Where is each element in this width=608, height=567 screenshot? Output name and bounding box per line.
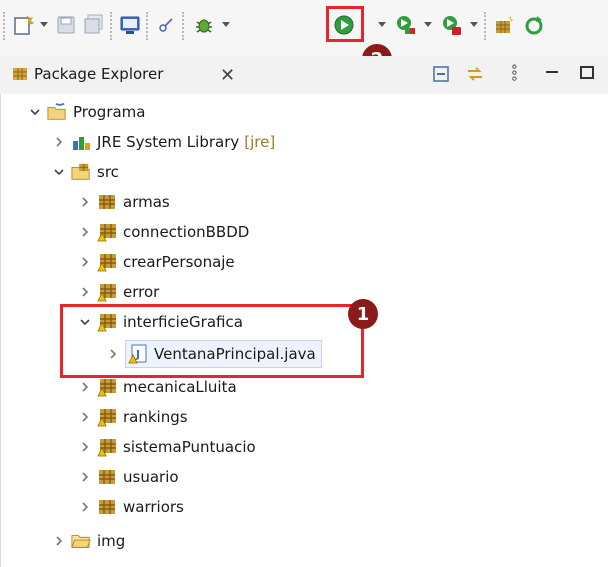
callout-badge-1: 1 [348, 299, 378, 329]
debug-dropdown-arrow[interactable] [222, 22, 230, 27]
save-icon[interactable] [54, 13, 78, 37]
tree-item-label: Programa [73, 103, 146, 121]
close-icon[interactable]: ✕ [220, 65, 235, 86]
source-folder-icon [71, 162, 91, 182]
chevron-right-icon[interactable] [51, 134, 67, 150]
toolbar-separator [182, 12, 186, 40]
new-package-icon[interactable] [492, 13, 516, 37]
tree-item-label: armas [123, 193, 170, 211]
package-explorer-icon [12, 66, 28, 86]
tree-item-package[interactable]: usuario [77, 462, 179, 492]
tree-item-label: sistemaPuntuacio [123, 438, 256, 456]
tree-item-label: rankings [123, 408, 188, 426]
save-all-icon[interactable] [82, 13, 106, 37]
toolbar-separator [3, 12, 7, 40]
tree-item-jre-library[interactable]: JRE System Library [jre] [51, 127, 275, 157]
tree-item-package[interactable]: armas [77, 187, 170, 217]
view-title[interactable]: Package Explorer [34, 65, 163, 83]
library-icon [71, 132, 91, 152]
folder-icon [71, 531, 91, 551]
debug-bug-icon[interactable] [192, 13, 216, 37]
tree-item-label: error [123, 283, 160, 301]
new-wizard-icon[interactable] [12, 13, 36, 37]
package-warning-icon [97, 282, 117, 302]
package-icon [97, 497, 117, 517]
tree-item-label: src [97, 163, 119, 181]
terminal-icon[interactable] [118, 13, 142, 37]
package-warning-icon [97, 377, 117, 397]
chevron-right-icon[interactable] [77, 409, 93, 425]
external-tools-icon[interactable] [440, 13, 464, 37]
tree-item-label: mecanicaLluita [123, 378, 237, 396]
coverage-icon[interactable] [394, 13, 418, 37]
external-tools-dropdown-arrow[interactable] [470, 22, 478, 27]
tree-item-folder[interactable]: img [51, 526, 125, 556]
chevron-down-icon[interactable] [27, 104, 43, 120]
package-explorer-tab-bar: Package Explorer ✕ ∘ ∘ ∘ [0, 56, 608, 95]
collapse-all-icon[interactable] [432, 65, 450, 87]
package-warning-icon [97, 252, 117, 272]
chevron-right-icon[interactable] [77, 379, 93, 395]
tree-item-package[interactable]: crearPersonaje [77, 247, 235, 277]
package-icon [97, 192, 117, 212]
package-highlight-box [60, 304, 364, 378]
tree-item-package[interactable]: warriors [77, 492, 184, 522]
chevron-right-icon[interactable] [77, 224, 93, 240]
tree-item-label: warriors [123, 498, 184, 516]
chevron-right-icon[interactable] [77, 284, 93, 300]
tree-item-src[interactable]: src [51, 157, 119, 187]
tree-item-package[interactable]: connectionBBDD [77, 217, 249, 247]
refresh-icon[interactable] [522, 13, 546, 37]
toolbar-separator [146, 12, 150, 40]
view-menu-icon[interactable]: ∘ ∘ ∘ [510, 60, 519, 86]
chevron-right-icon[interactable] [51, 533, 67, 549]
chevron-right-icon[interactable] [77, 194, 93, 210]
package-warning-icon [97, 222, 117, 242]
toolbar-separator [110, 12, 114, 40]
run-button-highlight [326, 6, 364, 42]
tree-item-label: crearPersonaje [123, 253, 235, 271]
tree-item-project[interactable]: Programa [27, 97, 145, 127]
package-warning-icon [97, 437, 117, 457]
run-dropdown-arrow[interactable] [378, 22, 386, 27]
java-project-icon [47, 102, 67, 122]
tree-item-package[interactable]: rankings [77, 402, 188, 432]
package-icon [97, 467, 117, 487]
tree-item-package[interactable]: error [77, 277, 159, 307]
chevron-down-icon[interactable] [51, 164, 67, 180]
chevron-right-icon[interactable] [77, 254, 93, 270]
tree-item-label: connectionBBDD [123, 223, 250, 241]
chevron-right-icon[interactable] [77, 499, 93, 515]
coverage-dropdown-arrow[interactable] [424, 22, 432, 27]
new-dropdown-arrow[interactable] [40, 22, 48, 27]
toolbar-separator [484, 12, 488, 40]
minimize-icon[interactable] [546, 71, 558, 73]
package-warning-icon [97, 407, 117, 427]
chevron-right-icon[interactable] [77, 469, 93, 485]
tree-item-label: JRE System Library [97, 133, 240, 151]
tree-item-label: usuario [123, 468, 179, 486]
tree-item-label: img [97, 532, 126, 550]
maximize-icon[interactable] [580, 66, 594, 79]
main-toolbar [0, 0, 608, 56]
link-with-editor-icon[interactable] [466, 65, 484, 87]
tree-item-package[interactable]: sistemaPuntuacio [77, 432, 256, 462]
jre-decoration: [jre] [244, 133, 276, 151]
skip-breakpoints-icon[interactable] [154, 13, 178, 37]
chevron-right-icon[interactable] [77, 439, 93, 455]
